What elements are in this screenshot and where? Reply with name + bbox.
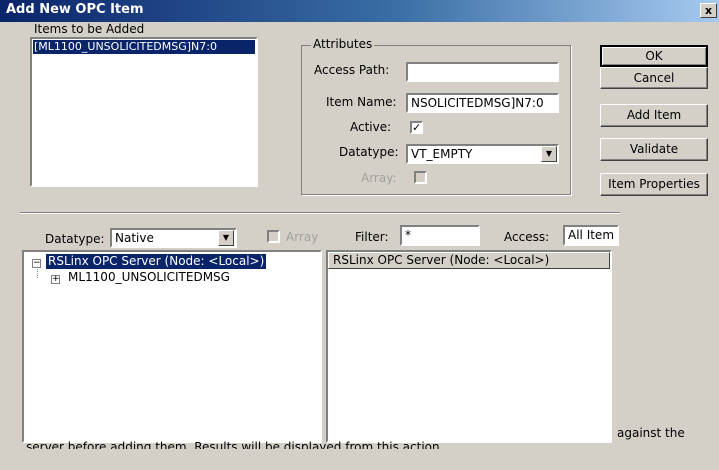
tree-line — [37, 269, 38, 278]
item-name-label: Item Name: — [326, 95, 397, 109]
attributes-group-title: Attributes — [311, 37, 375, 51]
array-checkbox[interactable] — [414, 171, 427, 184]
access-path-input[interactable] — [406, 62, 559, 82]
browser-datatype-value: Native — [115, 231, 154, 245]
cancel-button[interactable]: Cancel — [600, 67, 708, 89]
active-checkbox[interactable]: ✓ — [410, 121, 423, 134]
list-item[interactable]: [ML1100_UNSOLICITEDMSG]N7:0 — [33, 40, 255, 54]
item-name-input[interactable]: NSOLICITEDMSG]N7:0 — [406, 93, 559, 113]
hint-text-line2: server before adding them. Results will … — [26, 441, 444, 449]
chevron-down-icon[interactable]: ▼ — [218, 230, 234, 246]
datatype-label: Datatype: — [339, 145, 399, 159]
items-to-add-list[interactable]: [ML1100_UNSOLICITEDMSG]N7:0 — [30, 37, 258, 187]
datatype-select[interactable]: VT_EMPTY — [406, 144, 559, 164]
item-properties-button[interactable]: Item Properties — [600, 173, 708, 196]
item-list-view[interactable]: RSLinx OPC Server (Node: <Local>) — [326, 250, 612, 443]
hint-text-tail: against the — [617, 426, 685, 440]
browser-datatype-label: Datatype: — [45, 232, 105, 246]
separator — [20, 212, 620, 214]
checkmark-icon: ✓ — [412, 121, 422, 134]
items-to-add-label: Items to be Added — [34, 22, 145, 36]
filter-label: Filter: — [355, 230, 389, 244]
validate-button[interactable]: Validate — [600, 138, 708, 161]
access-label: Access: — [504, 230, 550, 244]
filter-input[interactable]: * — [400, 225, 480, 246]
close-button[interactable]: x — [700, 3, 717, 18]
access-path-label: Access Path: — [314, 63, 390, 77]
tree-item[interactable]: ML1100_UNSOLICITEDMSG — [68, 270, 230, 285]
access-select[interactable]: All Item — [563, 225, 619, 246]
datatype-value: VT_EMPTY — [411, 147, 473, 161]
list-column-header[interactable]: RSLinx OPC Server (Node: <Local>) — [328, 252, 610, 269]
window-title: Add New OPC Item — [6, 2, 144, 17]
array-label: Array: — [361, 171, 397, 185]
tree-root[interactable]: RSLinx OPC Server (Node: <Local>) — [46, 254, 267, 269]
browser-array-label: Array — [286, 230, 319, 244]
add-item-button[interactable]: Add Item — [600, 104, 708, 127]
collapse-icon[interactable]: − — [32, 259, 41, 268]
chevron-down-icon[interactable]: ▼ — [541, 146, 557, 162]
active-label: Active: — [350, 120, 392, 134]
tree-view[interactable]: − RSLinx OPC Server (Node: <Local>) + ML… — [22, 250, 322, 443]
browser-array-checkbox[interactable] — [267, 230, 280, 243]
expand-icon[interactable]: + — [51, 275, 60, 284]
ok-button[interactable]: OK — [600, 45, 708, 67]
